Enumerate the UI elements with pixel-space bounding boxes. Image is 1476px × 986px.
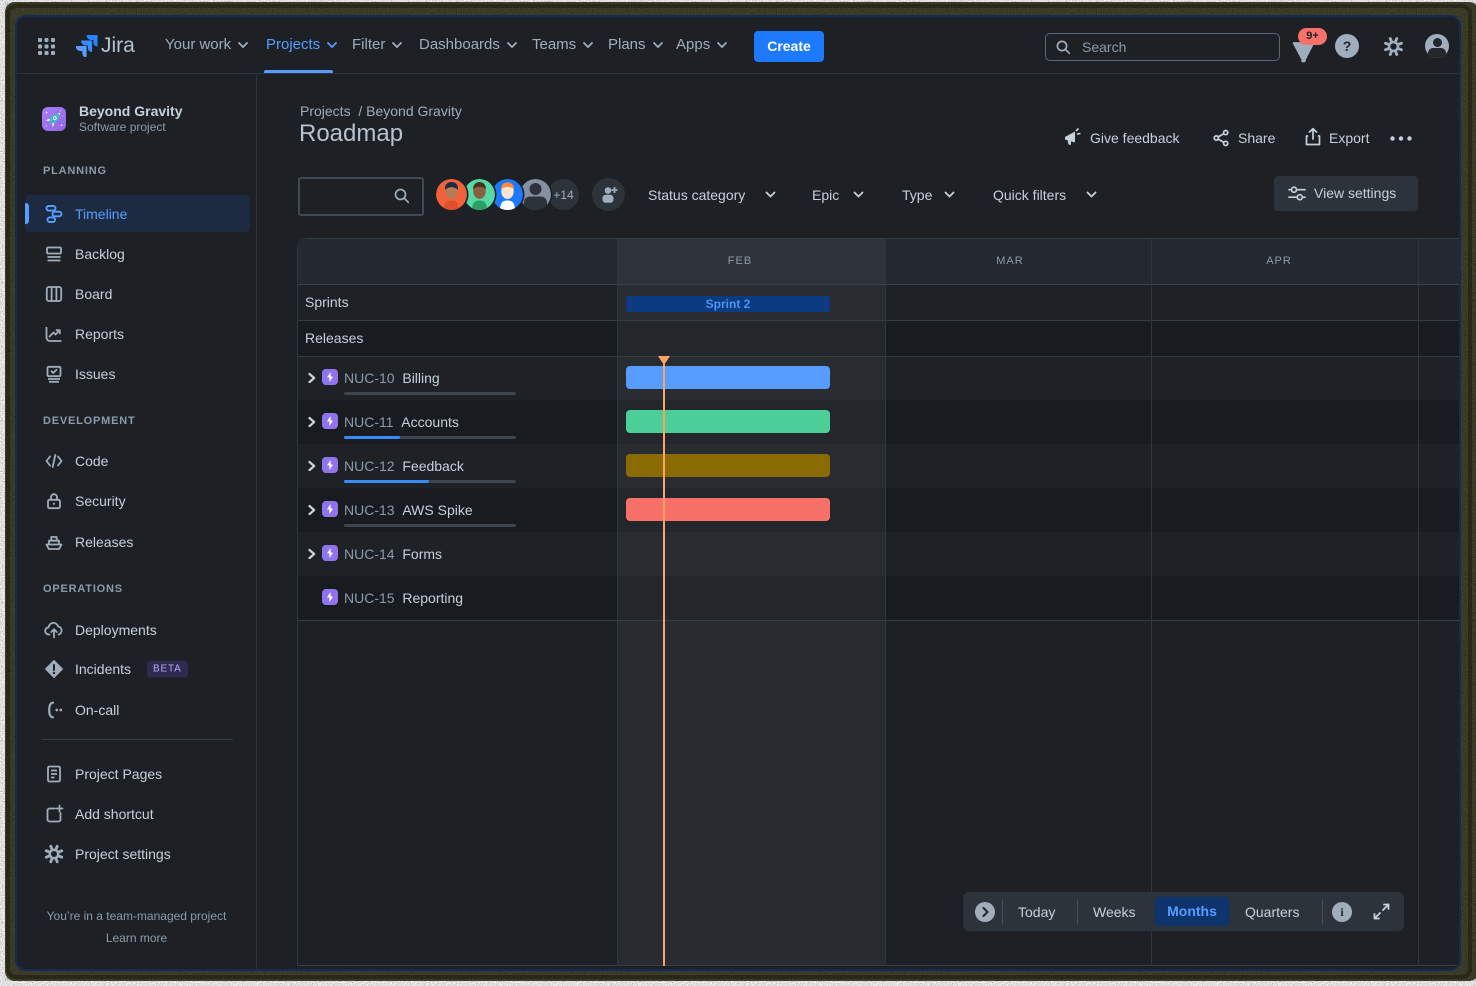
svg-text:+14: +14 (553, 188, 574, 202)
